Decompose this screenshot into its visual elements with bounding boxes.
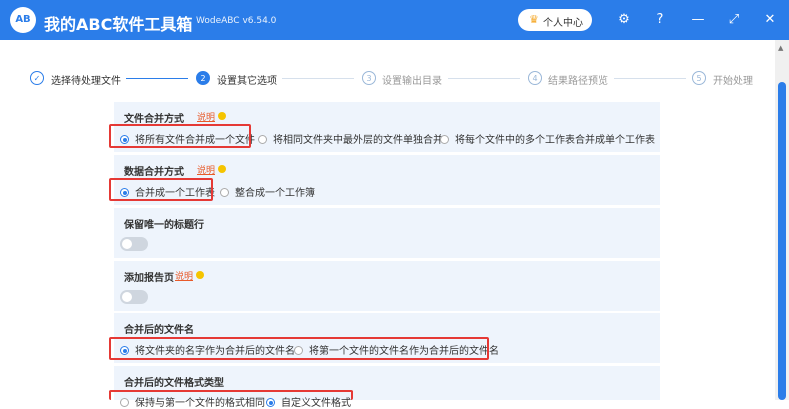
highlight-box xyxy=(109,124,251,148)
scroll-up-arrow-icon[interactable]: ▲ xyxy=(778,44,783,52)
help-bulb-icon xyxy=(196,271,204,279)
step-5-indicator: 5 xyxy=(692,71,706,85)
highlight-box xyxy=(109,178,213,201)
help-bulb-icon xyxy=(218,165,226,173)
app-title: 我的ABC软件工具箱 xyxy=(44,15,193,34)
step-3-indicator: 3 xyxy=(362,71,376,85)
vertical-scrollbar[interactable]: ▲ xyxy=(775,40,789,400)
option-label: 整合成一个工作簿 xyxy=(235,188,315,199)
app-logo: AB xyxy=(10,7,36,33)
step-connector xyxy=(614,78,686,79)
option-label: 将相同文件夹中最外层的文件单独合并 xyxy=(273,135,443,146)
merge-method-option-sheets[interactable]: 将每个文件中的多个工作表合并成单个工作表 xyxy=(440,131,655,146)
gear-icon[interactable]: ⚙ xyxy=(614,10,634,30)
step-4-indicator: 4 xyxy=(528,71,542,85)
user-center-button[interactable]: ♛ 个人中心 xyxy=(518,9,592,31)
data-merge-title: 数据合并方式 xyxy=(124,167,184,178)
radio-button[interactable] xyxy=(258,135,267,144)
step-progress: ✓ 选择待处理文件 2 设置其它选项 3 设置输出目录 4 结果路径预览 5 开… xyxy=(0,40,775,100)
step-1-indicator: ✓ xyxy=(30,71,44,85)
step-connector xyxy=(126,78,188,79)
close-icon[interactable]: ✕ xyxy=(760,10,780,30)
radio-button[interactable] xyxy=(440,135,449,144)
highlight-box xyxy=(109,390,353,400)
maximize-icon[interactable]: ⤢ xyxy=(724,10,744,30)
keep-header-toggle[interactable] xyxy=(120,237,148,251)
help-bulb-icon xyxy=(218,112,226,120)
step-2-indicator: 2 xyxy=(196,71,210,85)
crown-icon: ♛ xyxy=(529,13,539,26)
merged-format-title: 合并后的文件格式类型 xyxy=(124,378,224,389)
toggle-knob xyxy=(122,239,132,249)
merge-method-option-folder[interactable]: 将相同文件夹中最外层的文件单独合并 xyxy=(258,131,443,146)
merged-name-title: 合并后的文件名 xyxy=(124,325,194,336)
merge-method-help-link[interactable]: 说明 xyxy=(197,110,215,123)
keep-header-title: 保留唯一的标题行 xyxy=(124,220,204,231)
section-keep-header: 保留唯一的标题行 xyxy=(114,208,660,258)
title-bar: AB 我的ABC软件工具箱 WodeABC v6.54.0 ♛ 个人中心 ⚙ ?… xyxy=(0,0,789,40)
option-label: 将每个文件中的多个工作表合并成单个工作表 xyxy=(455,135,655,146)
step-connector xyxy=(282,78,354,79)
radio-button[interactable] xyxy=(220,188,229,197)
question-icon[interactable]: ? xyxy=(650,10,670,30)
scroll-thumb[interactable] xyxy=(778,82,786,400)
step-3-label: 设置输出目录 xyxy=(382,76,442,87)
app-version: WodeABC v6.54.0 xyxy=(196,16,277,26)
step-connector xyxy=(448,78,520,79)
highlight-box xyxy=(109,337,489,360)
user-center-label: 个人中心 xyxy=(543,18,583,29)
add-report-title: 添加报告页 xyxy=(124,273,174,284)
toggle-knob xyxy=(122,292,132,302)
section-add-report: 添加报告页 说明 xyxy=(114,261,660,311)
step-1-label: 选择待处理文件 xyxy=(51,76,121,87)
step-2-label: 设置其它选项 xyxy=(217,76,277,87)
merge-method-title: 文件合并方式 xyxy=(124,114,184,125)
add-report-toggle[interactable] xyxy=(120,290,148,304)
step-4-label: 结果路径预览 xyxy=(548,76,608,87)
add-report-help-link[interactable]: 说明 xyxy=(175,269,193,282)
data-merge-help-link[interactable]: 说明 xyxy=(197,163,215,176)
step-5-label: 开始处理 xyxy=(713,76,753,87)
minimize-icon[interactable]: — xyxy=(688,10,708,30)
data-merge-option-workbook[interactable]: 整合成一个工作簿 xyxy=(220,184,315,199)
